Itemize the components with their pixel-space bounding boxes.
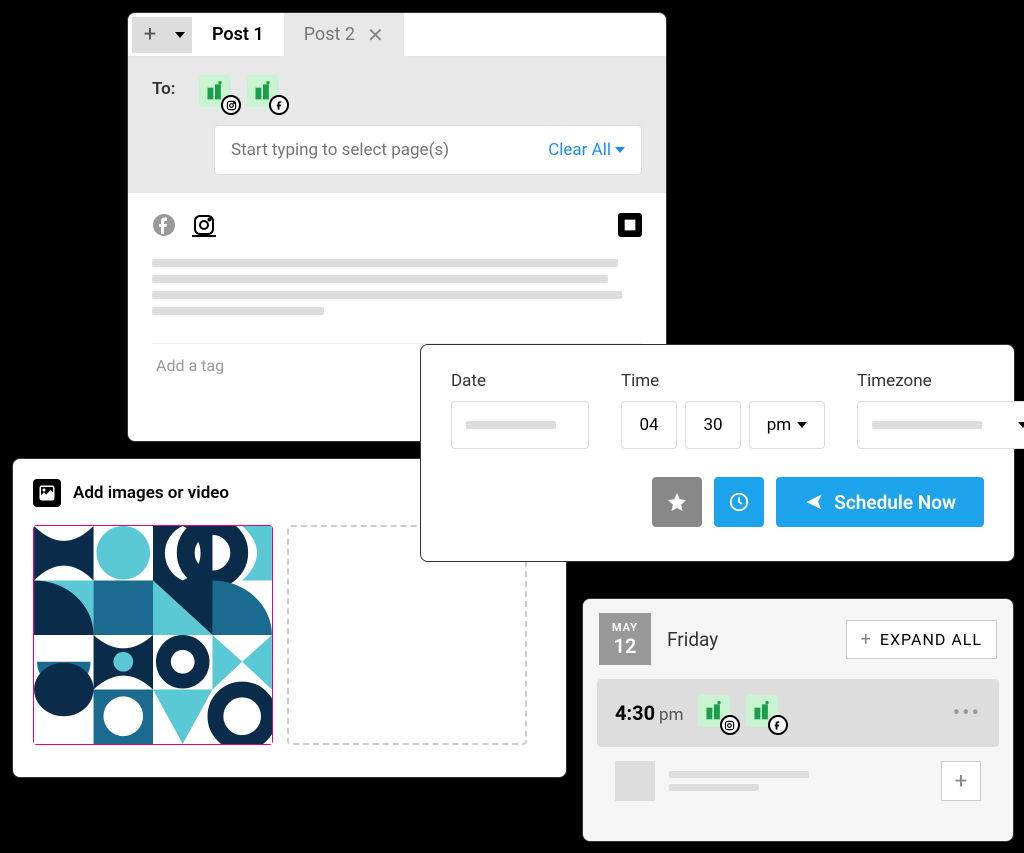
calendar-date-box: MAY 12 — [599, 613, 651, 665]
favorite-button[interactable] — [652, 477, 702, 527]
schedule-now-button[interactable]: Schedule Now — [776, 477, 984, 527]
add-post-button[interactable]: + — [941, 761, 981, 801]
page-selector[interactable]: Clear All — [214, 125, 642, 175]
page-input[interactable] — [231, 140, 548, 160]
post-preview-text — [669, 771, 809, 791]
send-icon — [804, 492, 824, 512]
tab-label: Post 2 — [304, 24, 355, 45]
more-icon[interactable]: ••• — [953, 701, 981, 726]
to-label: To: — [152, 79, 175, 99]
tab-post-2[interactable]: Post 2 ✕ — [284, 13, 404, 57]
ampm-select[interactable]: pm — [749, 401, 825, 449]
close-icon[interactable]: ✕ — [367, 23, 384, 47]
date-input[interactable] — [451, 401, 589, 449]
timezone-label: Timezone — [857, 371, 1024, 391]
account-avatars — [199, 75, 283, 111]
facebook-icon — [269, 95, 289, 115]
date-label: Date — [451, 371, 589, 391]
facebook-tab[interactable] — [152, 213, 176, 237]
day-name: Friday — [667, 628, 718, 651]
image-icon — [33, 479, 61, 507]
to-section: To: Clear All — [128, 57, 666, 193]
chevron-down-icon — [797, 422, 807, 428]
account-avatar — [698, 695, 734, 731]
schedule-later-button[interactable] — [714, 477, 764, 527]
media-thumbnail[interactable] — [33, 525, 273, 745]
media-icon[interactable] — [618, 213, 642, 237]
calendar-panel: MAY 12 Friday + EXPAND ALL 4:30 pm — [582, 598, 1014, 842]
schedule-panel: Date Time 04 30 pm Timezone — [420, 344, 1015, 562]
time-label: Time — [621, 371, 825, 391]
timezone-select[interactable] — [857, 401, 1024, 449]
chevron-down-icon — [1018, 422, 1024, 428]
instagram-icon — [720, 715, 740, 735]
entry-time: 4:30 — [615, 701, 655, 725]
star-icon — [666, 491, 688, 513]
tab-dropdown-button[interactable] — [168, 17, 192, 53]
pattern-image — [34, 526, 272, 744]
account-avatar — [746, 695, 782, 731]
clock-icon — [728, 491, 750, 513]
add-tab-button[interactable]: + — [132, 17, 168, 53]
instagram-icon — [221, 95, 241, 115]
instagram-tab[interactable] — [192, 213, 216, 237]
clear-all-button[interactable]: Clear All — [548, 140, 625, 160]
tab-post-1[interactable]: Post 1 — [192, 14, 284, 55]
account-avatar[interactable] — [199, 75, 235, 111]
plus-icon: + — [861, 629, 872, 650]
facebook-icon — [768, 715, 788, 735]
post-text-placeholder[interactable] — [152, 253, 642, 329]
chevron-down-icon — [615, 147, 625, 153]
hour-input[interactable]: 04 — [621, 401, 677, 449]
media-header-label: Add images or video — [73, 483, 229, 503]
calendar-entry[interactable]: 4:30 pm ••• — [597, 679, 999, 747]
minute-input[interactable]: 30 — [685, 401, 741, 449]
expand-all-button[interactable]: + EXPAND ALL — [846, 620, 997, 659]
account-avatar[interactable] — [247, 75, 283, 111]
calendar-sub-entry: + — [597, 761, 999, 815]
post-thumbnail — [615, 761, 655, 801]
tabs-bar: + Post 1 Post 2 ✕ — [128, 13, 666, 57]
